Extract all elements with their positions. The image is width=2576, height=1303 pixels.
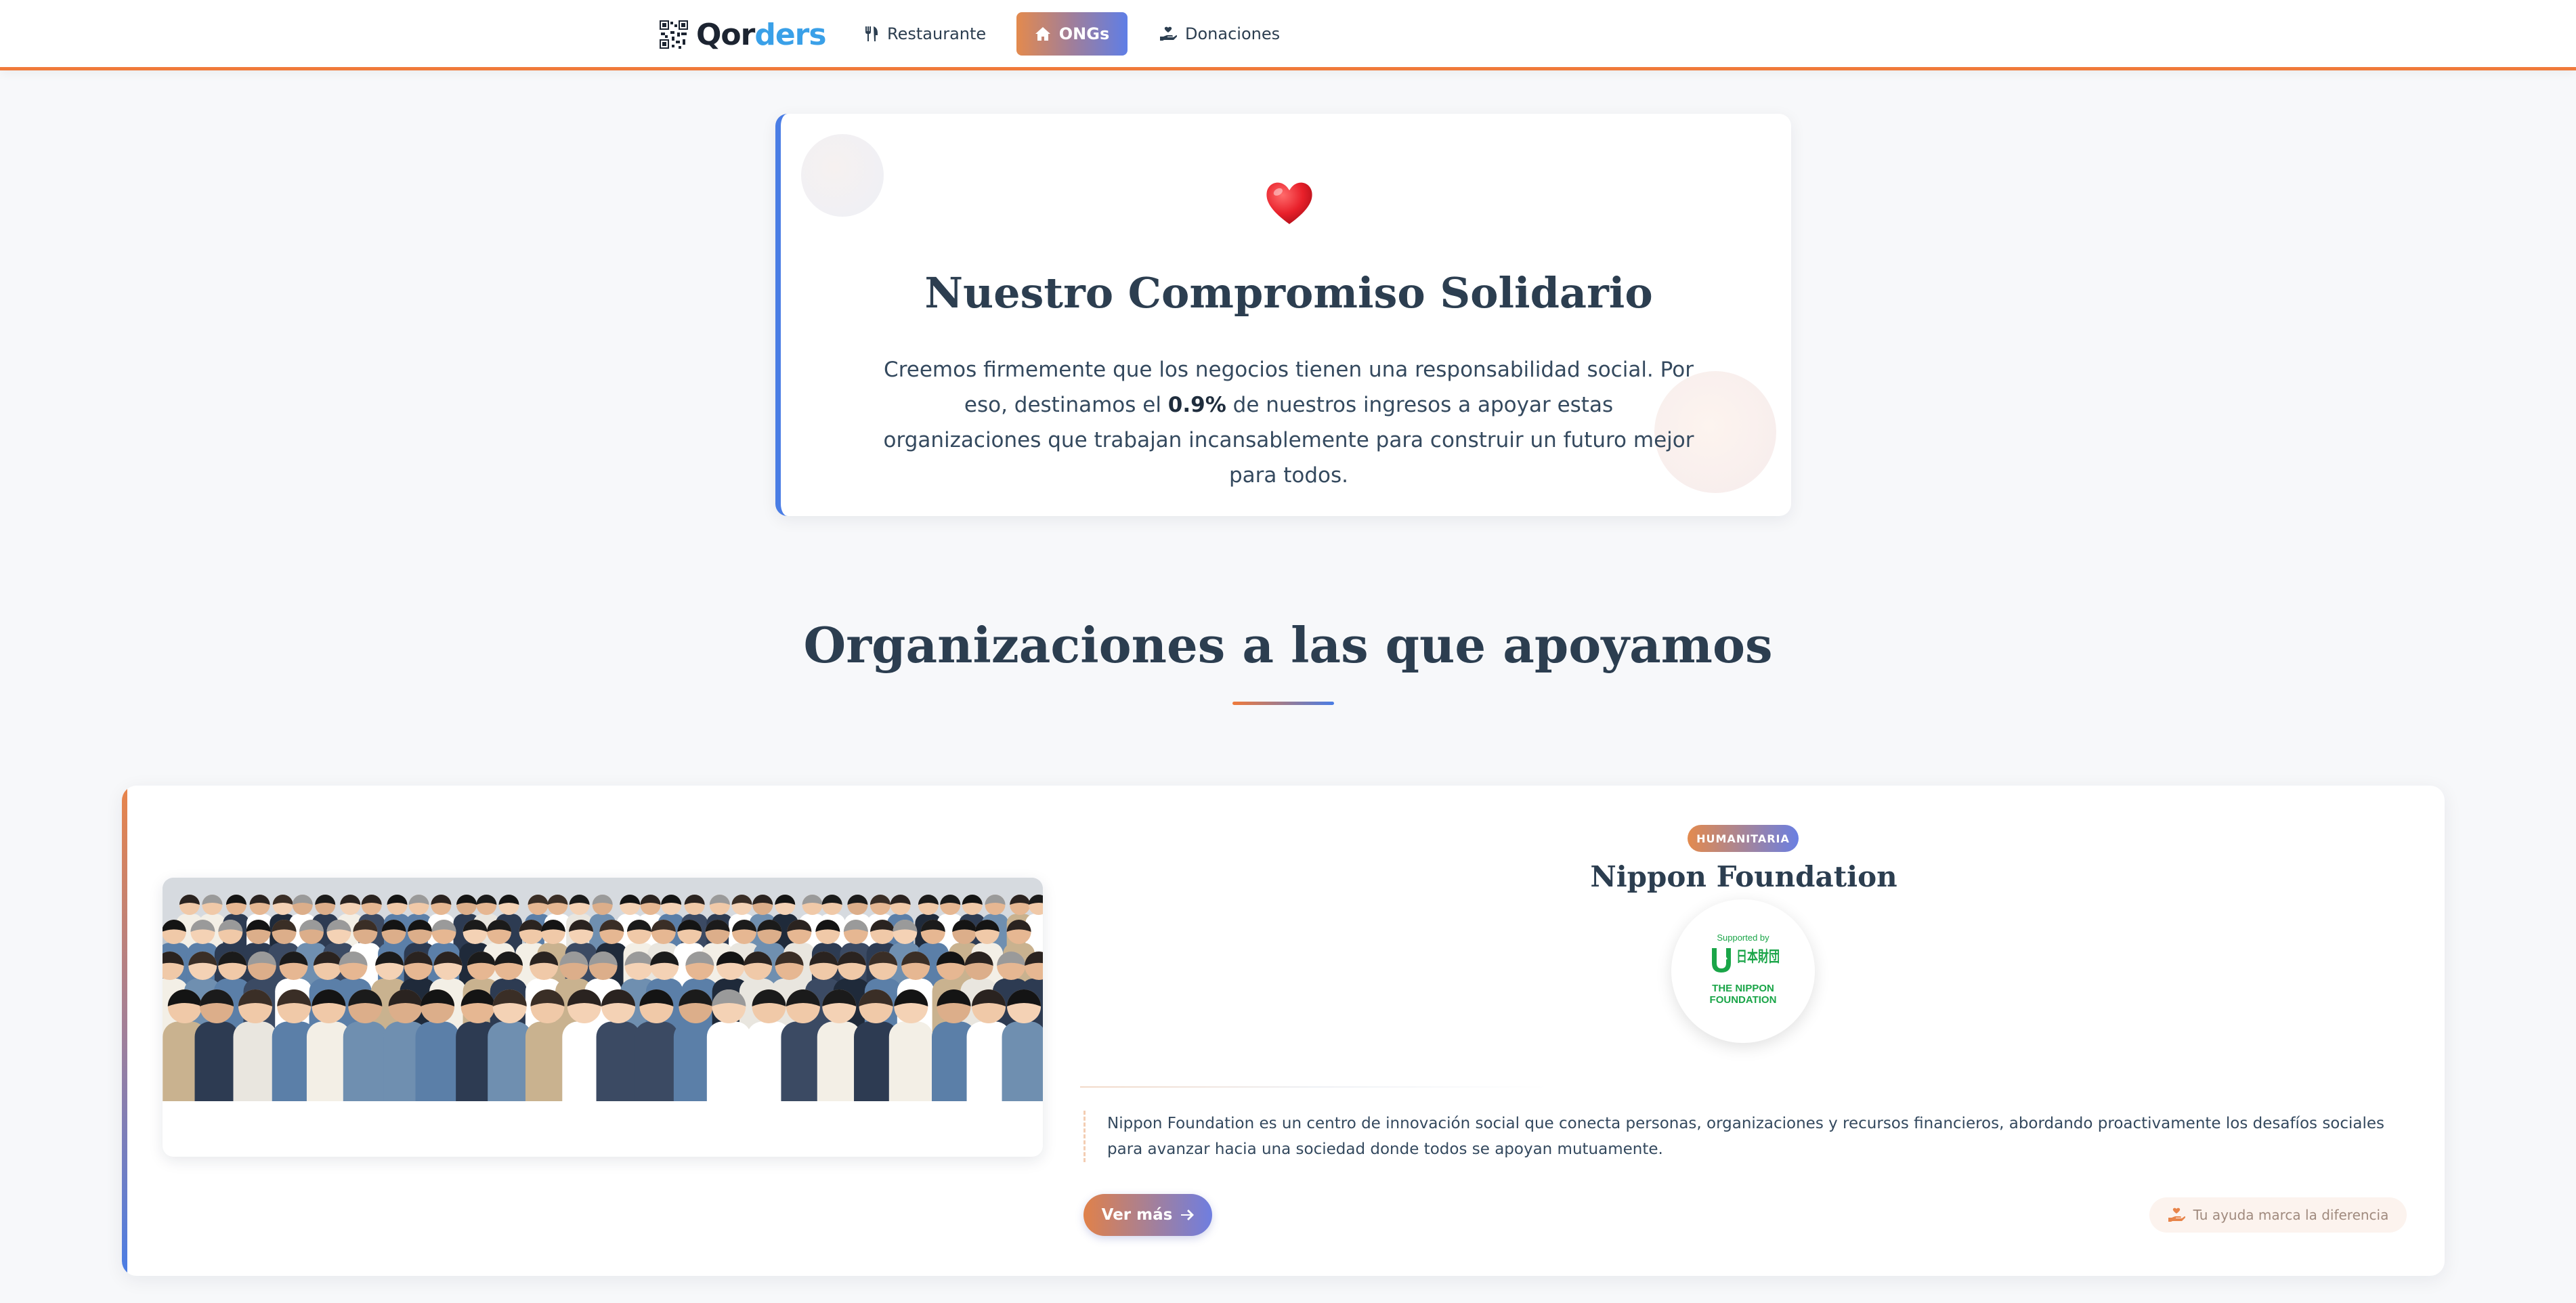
section-underline — [1232, 702, 1334, 705]
nippon-foundation-logo: Supported by 日本財団 THE NIPPON FOUNDATION — [1710, 933, 1780, 1006]
content-divider — [1080, 1086, 1547, 1088]
section-title: Organizaciones a las que apoyamos — [803, 616, 1773, 674]
decorative-circle — [801, 134, 884, 217]
heart-icon — [1266, 182, 1312, 224]
ngo-name: Nippon Foundation — [1590, 860, 1897, 893]
nav-label-ongs: ONGs — [1058, 24, 1110, 43]
home-icon — [1035, 27, 1050, 41]
ngo-photo-frame — [163, 878, 1043, 1157]
category-badge: HUMANITARIA — [1688, 825, 1799, 852]
brand-name-part1: Qor — [696, 17, 755, 52]
nav-label-donaciones: Donaciones — [1185, 24, 1281, 43]
utensils-icon — [865, 26, 878, 41]
commitment-percentage: 0.9% — [1167, 393, 1226, 417]
logo-supported-by: Supported by — [1717, 933, 1769, 943]
nav-item-restaurante[interactable]: Restaurante — [849, 12, 1001, 56]
ngo-description: Nippon Foundation es un centro de innova… — [1083, 1111, 2424, 1162]
ver-mas-button[interactable]: Ver más — [1083, 1194, 1212, 1236]
nav-item-donaciones[interactable]: Donaciones — [1144, 12, 1295, 56]
nav-label-restaurante: Restaurante — [887, 24, 987, 43]
ngo-logo: Supported by 日本財団 THE NIPPON FOUNDATION — [1671, 899, 1815, 1043]
logo-line2: FOUNDATION — [1710, 994, 1777, 1006]
commitment-text: Creemos firmemente que los negocios tien… — [882, 352, 1695, 493]
arrow-right-icon — [1181, 1210, 1195, 1220]
brand-logo[interactable]: Qorders — [660, 17, 827, 52]
commitment-card: Nuestro Compromiso Solidario Creemos fir… — [775, 114, 1791, 516]
hand-holding-heart-icon — [1160, 26, 1177, 41]
qr-code-icon — [660, 20, 688, 49]
ver-mas-label: Ver más — [1101, 1206, 1173, 1224]
ngo-group-photo — [163, 878, 1043, 1101]
brand-name: Qorders — [696, 17, 827, 52]
hand-holding-heart-icon — [2168, 1208, 2185, 1222]
ngo-card: HUMANITARIA Nippon Foundation Supported … — [122, 786, 2445, 1276]
nav-item-ongs[interactable]: ONGs — [1016, 12, 1128, 56]
commitment-title: Nuestro Compromiso Solidario — [924, 268, 1653, 318]
card-accent-stripe — [122, 786, 127, 1276]
top-navbar: Qorders Restaurante ONGs Donaciones — [0, 0, 2576, 70]
brand-name-part2: ders — [754, 17, 826, 52]
help-chip-label: Tu ayuda marca la diferencia — [2193, 1207, 2389, 1223]
logo-kanji: 日本財団 — [1736, 949, 1780, 966]
group-photo-illustration — [163, 878, 1043, 1101]
logo-line1: THE NIPPON — [1712, 983, 1774, 994]
help-chip: Tu ayuda marca la diferencia — [2149, 1197, 2407, 1233]
